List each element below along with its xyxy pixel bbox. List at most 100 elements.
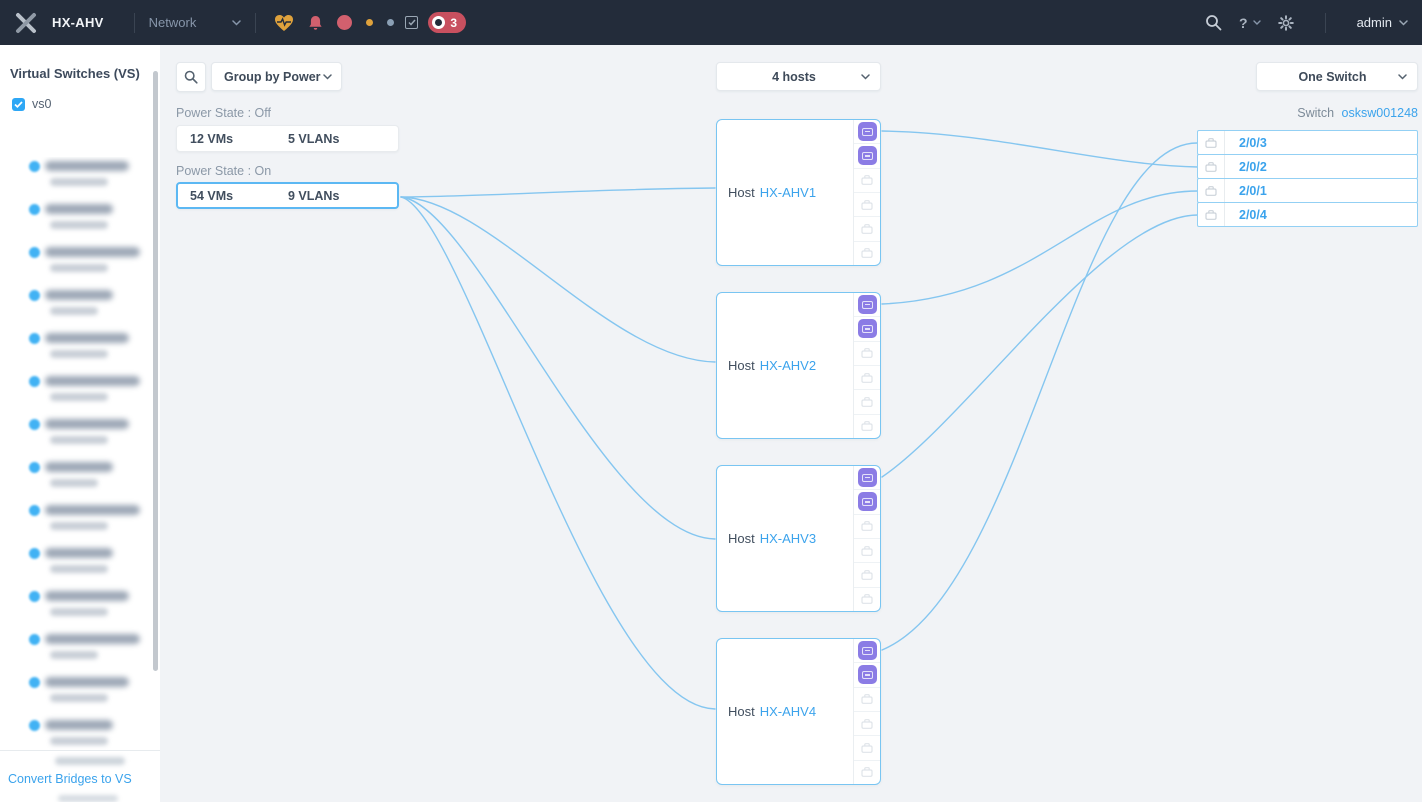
host-label: Host HX-AHV3: [728, 466, 816, 611]
host-name-link[interactable]: HX-AHV4: [760, 704, 816, 719]
user-menu[interactable]: admin: [1357, 15, 1408, 30]
inactive-port-icon: [854, 169, 880, 193]
spacer: [399, 13, 400, 33]
vlan-list-item-redacted[interactable]: [0, 286, 150, 329]
vlan-list-item-redacted[interactable]: [0, 501, 150, 544]
vlan-list-item-redacted[interactable]: [0, 415, 150, 458]
active-nic-icon[interactable]: [858, 122, 877, 141]
connection-line: [401, 197, 715, 539]
inactive-port-icon: [854, 193, 880, 217]
host-name-link[interactable]: HX-AHV3: [760, 531, 816, 546]
redacted-vlan-subtext: [50, 178, 108, 186]
active-nic-icon[interactable]: [858, 468, 877, 487]
power-state-off-group[interactable]: 12 VMs 5 VLANs: [176, 125, 399, 152]
vlan-list-item-redacted[interactable]: [0, 673, 150, 716]
active-nic-icon[interactable]: [858, 641, 877, 660]
switch-port-row[interactable]: 2/0/1: [1197, 178, 1418, 203]
redacted-vlan-name: [45, 634, 140, 644]
host-box[interactable]: Host HX-AHV2: [716, 292, 881, 439]
sidebar-scrollbar[interactable]: [153, 71, 158, 671]
vlan-list-item-redacted[interactable]: [0, 372, 150, 415]
active-nic-icon[interactable]: [858, 665, 877, 684]
port-icon: [1198, 179, 1225, 202]
active-nic-icon[interactable]: [858, 492, 877, 511]
hosts-selector-label: 4 hosts: [727, 70, 861, 84]
health-heart-icon[interactable]: [274, 14, 294, 32]
hosts-selector-dropdown[interactable]: 4 hosts: [716, 62, 881, 91]
power-state-on-group-selected[interactable]: 54 VMs 9 VLANs: [176, 182, 399, 209]
redacted-vlan-name: [45, 548, 113, 558]
switch-port-row[interactable]: 2/0/3: [1197, 130, 1418, 155]
checkbox-checked-icon[interactable]: [12, 98, 25, 111]
connection-line: [401, 197, 715, 362]
nic-cell: [854, 120, 880, 144]
vs0-checkbox-row[interactable]: vs0: [12, 97, 160, 111]
switch-port-row[interactable]: 2/0/2: [1197, 154, 1418, 179]
host-box[interactable]: Host HX-AHV4: [716, 638, 881, 785]
vlan-list-item-redacted[interactable]: [0, 544, 150, 587]
vlan-list-item-redacted[interactable]: [0, 157, 150, 200]
vlan-dot-icon: [29, 247, 40, 258]
convert-bridges-link[interactable]: Convert Bridges to VS: [8, 772, 132, 786]
port-name-link[interactable]: 2/0/3: [1225, 131, 1417, 154]
host-name-link[interactable]: HX-AHV2: [760, 358, 816, 373]
vlan-list-item-redacted[interactable]: [0, 200, 150, 243]
host-name-link[interactable]: HX-AHV1: [760, 185, 816, 200]
nutanix-x-logo[interactable]: [14, 11, 38, 35]
vlan-dot-icon: [29, 333, 40, 344]
nav-menu-dropdown[interactable]: Network: [149, 15, 242, 30]
chevron-down-icon: [1398, 74, 1407, 80]
help-menu[interactable]: ?: [1239, 15, 1261, 31]
redacted-vlan-name: [45, 247, 140, 257]
active-nic-icon[interactable]: [858, 319, 877, 338]
active-nic-icon[interactable]: [858, 146, 877, 165]
host-prefix: Host: [728, 358, 755, 373]
group-by-label: Group by Power St...: [224, 70, 323, 84]
vlan-list-item-redacted[interactable]: [0, 458, 150, 501]
redacted-vlan-subtext: [50, 221, 108, 229]
vlan-dot-icon: [29, 548, 40, 559]
chevron-down-icon: [861, 74, 870, 80]
redacted-vlan-subtext: [50, 479, 98, 487]
port-name-link[interactable]: 2/0/4: [1225, 203, 1417, 226]
cluster-name: HX-AHV: [52, 15, 104, 30]
connection-line: [882, 131, 1198, 167]
group-by-dropdown[interactable]: Group by Power St...: [211, 62, 342, 91]
redacted-vlan-name: [45, 505, 140, 515]
switch-port-row[interactable]: 2/0/4: [1197, 202, 1418, 227]
vlan-dot-icon: [29, 720, 40, 731]
vlan-list-item-redacted[interactable]: [0, 630, 150, 673]
network-visualization-canvas: Group by Power St... 4 hosts One Switch …: [160, 45, 1422, 802]
port-name-link[interactable]: 2/0/1: [1225, 179, 1417, 202]
vlan-list-item-redacted[interactable]: [0, 329, 150, 372]
host-box[interactable]: Host HX-AHV1: [716, 119, 881, 266]
redacted-vlan-subtext: [50, 608, 108, 616]
search-icon[interactable]: [1205, 14, 1222, 31]
gear-icon[interactable]: [1278, 15, 1294, 31]
canvas-search-button[interactable]: [176, 62, 206, 92]
divider: [134, 13, 135, 33]
host-label: Host HX-AHV4: [728, 639, 816, 784]
host-nic-column: [853, 293, 880, 438]
switch-name-link[interactable]: osksw001248: [1342, 106, 1418, 120]
inactive-port-icon: [854, 242, 880, 265]
alerts-bell-icon[interactable]: [308, 15, 323, 31]
port-name-link[interactable]: 2/0/2: [1225, 155, 1417, 178]
connection-line: [882, 143, 1198, 650]
topbar: HX-AHV Network 3 ?: [0, 0, 1422, 45]
active-nic-icon[interactable]: [858, 295, 877, 314]
switch-selector-label: One Switch: [1267, 70, 1398, 84]
critical-alerts-badge[interactable]: 3: [428, 12, 466, 33]
redacted-vlan-subtext: [50, 694, 108, 702]
vlan-list-item-redacted[interactable]: [0, 587, 150, 630]
tasks-checkbox-icon[interactable]: [405, 16, 418, 29]
inactive-port-icon: [854, 712, 880, 736]
host-box[interactable]: Host HX-AHV3: [716, 465, 881, 612]
switch-selector-dropdown[interactable]: One Switch: [1256, 62, 1418, 91]
nic-cell: [854, 639, 880, 663]
status-dot-red[interactable]: [337, 15, 352, 30]
redacted-vlan-subtext: [50, 393, 108, 401]
vlan-list-item-redacted[interactable]: [0, 243, 150, 286]
redacted-vlan-subtext: [50, 436, 108, 444]
vlan-dot-icon: [29, 376, 40, 387]
